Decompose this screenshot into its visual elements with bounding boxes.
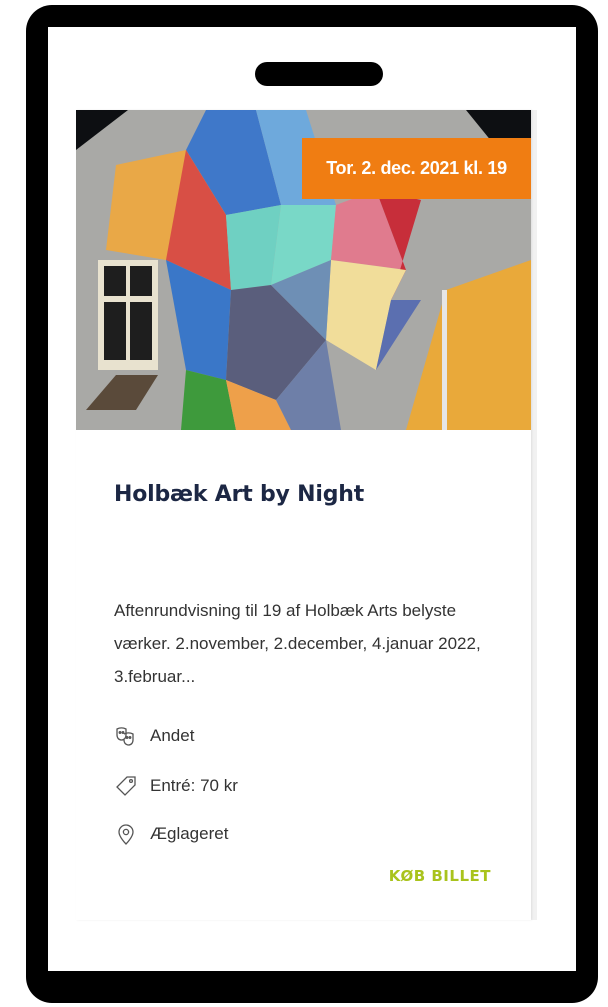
price-tag-icon — [114, 774, 138, 798]
phone-speaker — [255, 62, 383, 86]
date-badge: Tor. 2. dec. 2021 kl. 19 — [302, 138, 531, 199]
buy-ticket-button[interactable]: KØB BILLET — [389, 867, 491, 885]
category-text: Andet — [150, 726, 195, 745]
venue-row: Æglageret — [114, 820, 228, 848]
theater-masks-icon — [114, 724, 138, 748]
event-card[interactable]: Tor. 2. dec. 2021 kl. 19 Holbæk Art by N… — [76, 110, 531, 920]
location-pin-icon — [114, 822, 138, 846]
venue-text: Æglageret — [150, 824, 229, 843]
price-row: Entré: 70 kr — [114, 772, 238, 800]
category-row: Andet — [114, 722, 194, 750]
next-card-edge — [531, 110, 537, 920]
price-text: Entré: 70 kr — [150, 776, 238, 795]
event-description: Aftenrundvisning til 19 af Holbæk Arts b… — [114, 601, 481, 686]
phone-frame: Tor. 2. dec. 2021 kl. 19 Holbæk Art by N… — [26, 5, 598, 1003]
event-image[interactable]: Tor. 2. dec. 2021 kl. 19 — [76, 110, 531, 430]
event-title[interactable]: Holbæk Art by Night — [114, 482, 364, 507]
phone-screen: Tor. 2. dec. 2021 kl. 19 Holbæk Art by N… — [48, 27, 576, 971]
